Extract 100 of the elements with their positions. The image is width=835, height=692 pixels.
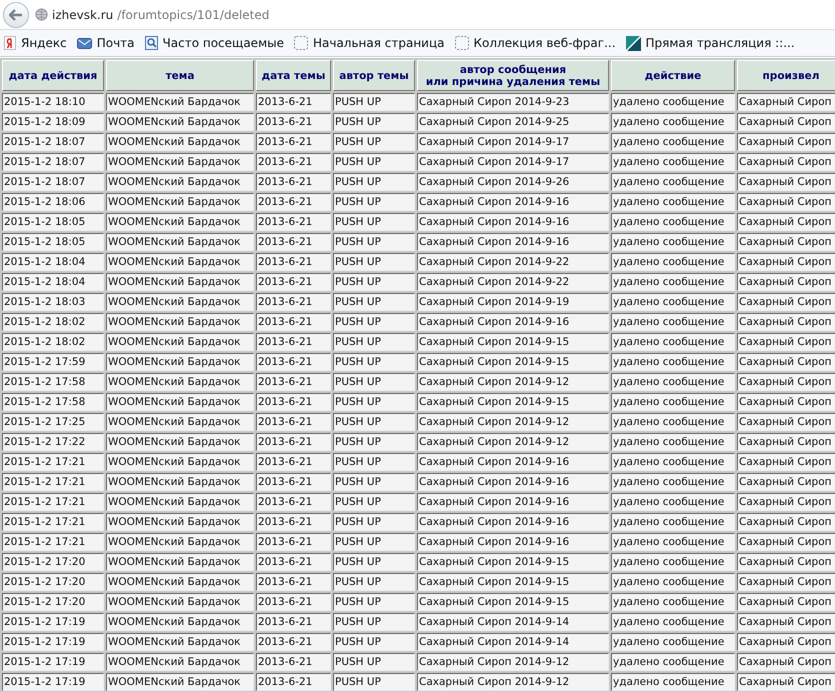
table-cell: Сахарный Сироп	[737, 453, 835, 471]
table-cell: 2015-1-2 18:02	[2, 313, 104, 331]
bookmark-link[interactable]: Прямая трансляция ::...	[626, 36, 795, 50]
table-cell: удалено сообщение	[611, 593, 735, 611]
table-cell: 2015-1-2 18:07	[2, 153, 104, 171]
table-cell: Сахарный Сироп 2014-9-16	[417, 533, 609, 551]
table-cell: Сахарный Сироп 2014-9-22	[417, 253, 609, 271]
table-cell: WOOMENский Бардачок	[106, 153, 254, 171]
table-cell: Сахарный Сироп	[737, 213, 835, 231]
table-cell: удалено сообщение	[611, 453, 735, 471]
table-cell: удалено сообщение	[611, 113, 735, 131]
table-cell: 2013-6-21	[256, 473, 331, 491]
table-cell: 2013-6-21	[256, 333, 331, 351]
table-cell: Сахарный Сироп	[737, 93, 835, 111]
table-cell: WOOMENский Бардачок	[106, 313, 254, 331]
table-cell: удалено сообщение	[611, 613, 735, 631]
table-cell: Сахарный Сироп 2014-9-26	[417, 173, 609, 191]
table-cell: удалено сообщение	[611, 293, 735, 311]
table-cell: 2015-1-2 17:20	[2, 553, 104, 571]
table-cell: WOOMENский Бардачок	[106, 433, 254, 451]
table-cell: 2013-6-21	[256, 273, 331, 291]
bookmark-link[interactable]: Коллекция веб-фраг...	[454, 36, 616, 50]
table-cell: Сахарный Сироп	[737, 173, 835, 191]
table-cell: Сахарный Сироп 2014-9-12	[417, 373, 609, 391]
table-cell: Сахарный Сироп	[737, 673, 835, 691]
table-cell: Сахарный Сироп	[737, 313, 835, 331]
table-cell: удалено сообщение	[611, 513, 735, 531]
table-cell: Сахарный Сироп 2014-9-15	[417, 353, 609, 371]
blank-page-icon	[454, 36, 469, 50]
table-cell: Сахарный Сироп	[737, 333, 835, 351]
table-cell: 2013-6-21	[256, 633, 331, 651]
table-cell: PUSH UP	[333, 593, 415, 611]
table-cell: PUSH UP	[333, 373, 415, 391]
table-cell: Сахарный Сироп 2014-9-19	[417, 293, 609, 311]
table-cell: удалено сообщение	[611, 193, 735, 211]
table-cell: 2015-1-2 18:05	[2, 213, 104, 231]
table-cell: Сахарный Сироп	[737, 433, 835, 451]
column-header: тема	[106, 60, 254, 91]
square-logo-icon	[626, 36, 641, 50]
table-cell: WOOMENский Бардачок	[106, 273, 254, 291]
table-cell: WOOMENский Бардачок	[106, 673, 254, 691]
table-cell: 2015-1-2 17:19	[2, 673, 104, 691]
table-cell: Сахарный Сироп 2014-9-15	[417, 573, 609, 591]
table-cell: Сахарный Сироп	[737, 513, 835, 531]
table-cell: PUSH UP	[333, 273, 415, 291]
table-cell: удалено сообщение	[611, 93, 735, 111]
table-cell: удалено сообщение	[611, 373, 735, 391]
table-cell: WOOMENский Бардачок	[106, 353, 254, 371]
table-cell: 2015-1-2 17:21	[2, 453, 104, 471]
table-cell: удалено сообщение	[611, 673, 735, 691]
table-cell: удалено сообщение	[611, 213, 735, 231]
column-header: действие	[611, 60, 735, 91]
table-cell: Сахарный Сироп 2014-9-12	[417, 673, 609, 691]
table-cell: удалено сообщение	[611, 553, 735, 571]
table-cell: удалено сообщение	[611, 473, 735, 491]
table-cell: 2015-1-2 17:25	[2, 413, 104, 431]
table-cell: 2015-1-2 17:59	[2, 353, 104, 371]
table-cell: PUSH UP	[333, 253, 415, 271]
table-cell: WOOMENский Бардачок	[106, 573, 254, 591]
table-cell: 2015-1-2 18:03	[2, 293, 104, 311]
table-cell: Сахарный Сироп	[737, 613, 835, 631]
table-cell: Сахарный Сироп 2014-9-16	[417, 193, 609, 211]
table-cell: 2015-1-2 17:19	[2, 653, 104, 671]
table-cell: 2015-1-2 18:09	[2, 113, 104, 131]
table-cell: PUSH UP	[333, 193, 415, 211]
table-cell: Сахарный Сироп	[737, 293, 835, 311]
table-cell: 2013-6-21	[256, 93, 331, 111]
table-cell: 2013-6-21	[256, 553, 331, 571]
table-cell: WOOMENский Бардачок	[106, 373, 254, 391]
table-cell: удалено сообщение	[611, 573, 735, 591]
bookmark-link[interactable]: Часто посещаемые	[144, 36, 284, 50]
table-cell: Сахарный Сироп 2014-9-16	[417, 493, 609, 511]
column-header: дата действия	[2, 60, 104, 91]
address-field[interactable]: izhevsk.ru /forumtopics/101/deleted	[35, 4, 835, 26]
bookmark-link[interactable]: Начальная страница	[294, 36, 445, 50]
table-cell: PUSH UP	[333, 213, 415, 231]
table-cell: удалено сообщение	[611, 633, 735, 651]
table-cell: PUSH UP	[333, 133, 415, 151]
table-cell: PUSH UP	[333, 413, 415, 431]
table-cell: 2015-1-2 17:21	[2, 513, 104, 531]
table-cell: удалено сообщение	[611, 313, 735, 331]
table-cell: WOOMENский Бардачок	[106, 233, 254, 251]
table-cell: PUSH UP	[333, 533, 415, 551]
back-button[interactable]	[3, 2, 29, 28]
table-cell: PUSH UP	[333, 633, 415, 651]
table-cell: удалено сообщение	[611, 273, 735, 291]
table-cell: 2013-6-21	[256, 313, 331, 331]
table-cell: Сахарный Сироп	[737, 113, 835, 131]
table-cell: 2013-6-21	[256, 493, 331, 511]
bookmark-link[interactable]: Яндекс	[4, 36, 67, 50]
table-cell: WOOMENский Бардачок	[106, 533, 254, 551]
table-cell: Сахарный Сироп	[737, 633, 835, 651]
table-cell: 2013-6-21	[256, 253, 331, 271]
table-cell: удалено сообщение	[611, 333, 735, 351]
table-cell: PUSH UP	[333, 553, 415, 571]
table-cell: WOOMENский Бардачок	[106, 493, 254, 511]
yandex-icon	[4, 36, 16, 50]
table-cell: Сахарный Сироп 2014-9-12	[417, 653, 609, 671]
table-cell: Сахарный Сироп 2014-9-15	[417, 333, 609, 351]
bookmark-link[interactable]: Почта	[76, 36, 135, 50]
